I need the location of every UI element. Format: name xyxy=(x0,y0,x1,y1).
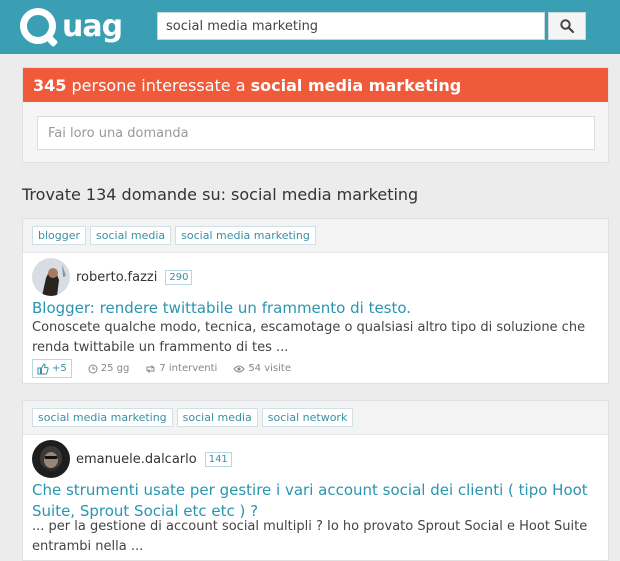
question-author: roberto.fazzi 290 xyxy=(32,258,193,296)
age-text: 25 gg xyxy=(100,363,130,374)
question-author: emanuele.dalcarlo 141 xyxy=(32,440,232,478)
tag[interactable]: social media marketing xyxy=(175,226,316,245)
vote-button[interactable]: +5 xyxy=(32,359,72,378)
ask-question-input[interactable]: Fai loro una domanda xyxy=(37,116,595,150)
question-title[interactable]: Che strumenti usate per gestire i vari a… xyxy=(32,480,602,522)
question-views: 54 visite xyxy=(233,363,291,374)
author-name[interactable]: emanuele.dalcarlo xyxy=(76,452,197,467)
search-icon xyxy=(560,19,574,33)
tag[interactable]: social network xyxy=(261,408,354,427)
thumbs-up-icon xyxy=(37,362,49,374)
reputation-badge: 141 xyxy=(204,451,232,467)
vote-count: +5 xyxy=(52,363,67,374)
tag-list: blogger social media social media market… xyxy=(23,219,608,253)
search-input[interactable]: social media marketing xyxy=(157,12,545,40)
tag[interactable]: social media xyxy=(176,408,258,427)
logo-q-mark xyxy=(20,8,56,44)
retweet-icon xyxy=(146,364,155,373)
results-title: Trovate 134 domande su: social media mar… xyxy=(22,185,419,204)
avatar[interactable] xyxy=(32,440,70,478)
question-excerpt: ... per la gestione di account social mu… xyxy=(32,519,588,554)
question-meta: +5 25 gg 7 interventi 54 visite xyxy=(32,359,291,378)
views-text: 54 visite xyxy=(248,363,291,374)
interest-banner: 345 persone interessate a social media m… xyxy=(22,67,609,163)
question-card: blogger social media social media market… xyxy=(22,218,609,384)
quag-logo[interactable]: uag xyxy=(20,6,123,46)
question-answers: 7 interventi xyxy=(145,363,217,374)
tag-list: social media marketing social media soci… xyxy=(23,401,608,435)
eye-icon xyxy=(233,365,245,372)
search-button[interactable] xyxy=(548,12,586,40)
tag[interactable]: blogger xyxy=(32,226,87,245)
tag[interactable]: social media xyxy=(90,226,172,245)
top-bar: uag social media marketing xyxy=(0,0,620,54)
interested-count: 345 xyxy=(33,76,67,95)
question-excerpt: Conoscete qualche modo, tecnica, escamot… xyxy=(32,320,586,355)
banner-heading: 345 persone interessate a social media m… xyxy=(23,68,608,102)
question-age: 25 gg xyxy=(88,363,130,374)
reputation-badge: 290 xyxy=(165,269,193,285)
answers-text: 7 interventi xyxy=(159,363,218,374)
tag[interactable]: social media marketing xyxy=(32,408,173,427)
author-name[interactable]: roberto.fazzi xyxy=(76,270,157,285)
clock-icon xyxy=(88,364,98,373)
banner-topic[interactable]: social media marketing xyxy=(251,76,462,95)
question-card: social media marketing social media soci… xyxy=(22,400,609,561)
question-title[interactable]: Blogger: rendere twittabile un frammento… xyxy=(32,298,602,319)
avatar[interactable] xyxy=(32,258,70,296)
logo-text: uag xyxy=(62,8,123,44)
banner-text: persone interessate a xyxy=(66,76,251,95)
